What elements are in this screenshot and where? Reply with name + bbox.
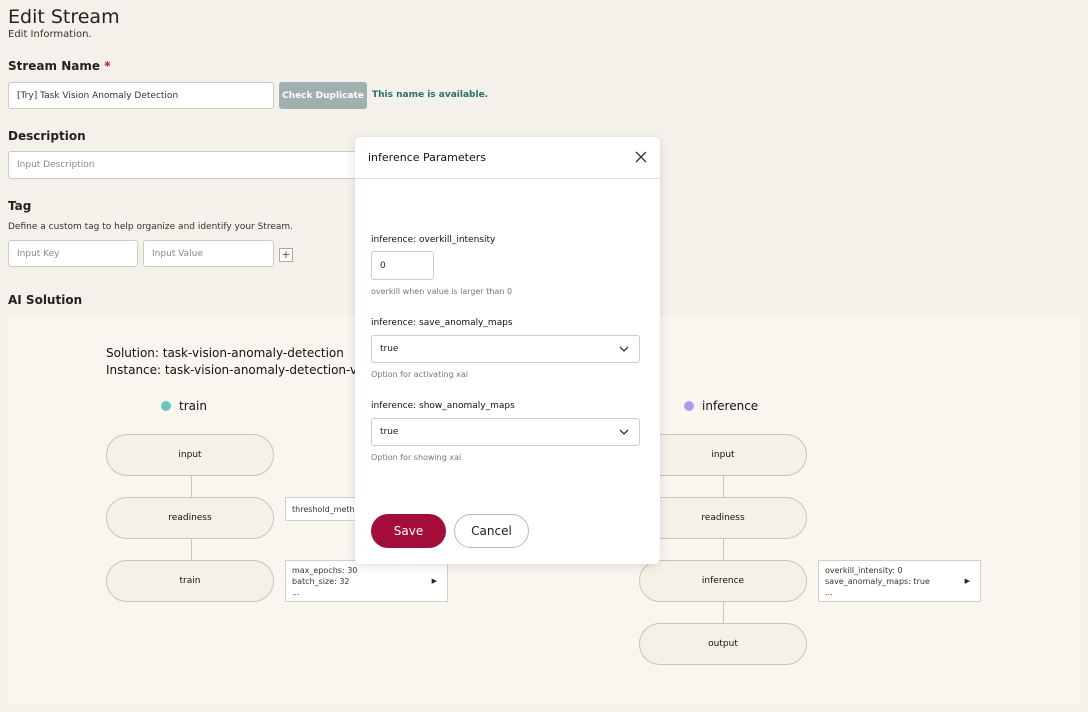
train-node-train[interactable]: train [106,560,274,602]
train-pipeline-title: train [179,399,207,413]
param-line: max_epochs: 30 [292,566,358,575]
tag-label: Tag [8,199,32,213]
save-anomaly-maps-select[interactable]: true [371,335,640,363]
tag-hint: Define a custom tag to help organize and… [8,222,294,232]
param-line: ... [825,588,833,597]
train-dot [161,401,171,411]
tag-key-input[interactable]: Input Key [8,240,138,267]
connector [191,476,192,498]
expand-arrow-icon[interactable]: ▶ [432,576,437,587]
cancel-button[interactable]: Cancel [454,514,529,548]
inference-node-readiness[interactable]: readiness [639,497,807,539]
param-line: threshold_metho [292,505,360,514]
inference-dot [684,401,694,411]
param-line: ... [292,588,300,597]
save-button[interactable]: Save [371,514,446,548]
inference-node-input[interactable]: input [639,434,807,476]
add-tag-button[interactable]: + [279,248,293,262]
overkill-intensity-label: inference: overkill_intensity [371,235,496,245]
save-anomaly-maps-value: true [380,344,399,354]
description-label: Description [8,129,86,143]
modal-title: inference Parameters [368,151,486,164]
show-anomaly-maps-value: true [380,427,399,437]
inference-node-output[interactable]: output [639,623,807,665]
availability-message: This name is available. [372,90,489,100]
show-anomaly-maps-select[interactable]: true [371,418,640,446]
save-anomaly-maps-hint: Option for activating xai [371,370,468,379]
required-mark: * [104,59,111,73]
param-line: save_anomaly_maps: true [825,577,930,586]
description-input[interactable]: Input Description [8,151,408,179]
page-title: Edit Stream [8,6,120,28]
connector [191,539,192,561]
modal-header: inference Parameters [355,137,660,179]
ai-solution-label: AI Solution [8,293,83,307]
tag-value-input[interactable]: Input Value [143,240,274,267]
instance-line: Instance: task-vision-anomaly-detection-… [106,363,365,377]
stream-name-label: Stream Name * [8,59,110,73]
page-subtitle: Edit Information. [8,29,92,40]
close-icon[interactable] [634,150,648,164]
chevron-down-icon [619,346,629,352]
show-anomaly-maps-hint: Option for showing xai [371,453,462,462]
stream-name-input[interactable]: [Try] Task Vision Anomaly Detection [8,82,274,109]
overkill-intensity-hint: overkill when value is larger than 0 [371,287,513,296]
connector [723,539,724,561]
param-line: overkill_intensity: 0 [825,566,903,575]
show-anomaly-maps-label: inference: show_anomaly_maps [371,401,515,411]
inference-params-box[interactable]: overkill_intensity: 0 save_anomaly_maps:… [818,560,981,602]
train-node-input[interactable]: input [106,434,274,476]
solution-line: Solution: task-vision-anomaly-detection [106,346,344,360]
chevron-down-icon [619,429,629,435]
stream-name-label-text: Stream Name [8,59,100,73]
inference-pipeline-header: inference [684,399,758,413]
param-line: batch_size: 32 [292,577,350,586]
connector [723,602,724,624]
inference-pipeline-title: inference [702,399,759,413]
train-pipeline-header: train [161,399,207,413]
inference-node-inference[interactable]: inference [639,560,807,602]
overkill-intensity-input[interactable]: 0 [371,251,434,280]
connector [723,476,724,498]
save-anomaly-maps-label: inference: save_anomaly_maps [371,318,513,328]
expand-arrow-icon[interactable]: ▶ [965,576,970,587]
check-duplicate-button[interactable]: Check Duplicate [279,82,367,109]
train-params-box[interactable]: max_epochs: 30 batch_size: 32 ... ▶ [285,560,448,602]
train-node-readiness[interactable]: readiness [106,497,274,539]
readiness-params-box[interactable]: threshold_metho [285,497,365,521]
inference-parameters-modal: inference Parameters inference: overkill… [355,137,660,564]
